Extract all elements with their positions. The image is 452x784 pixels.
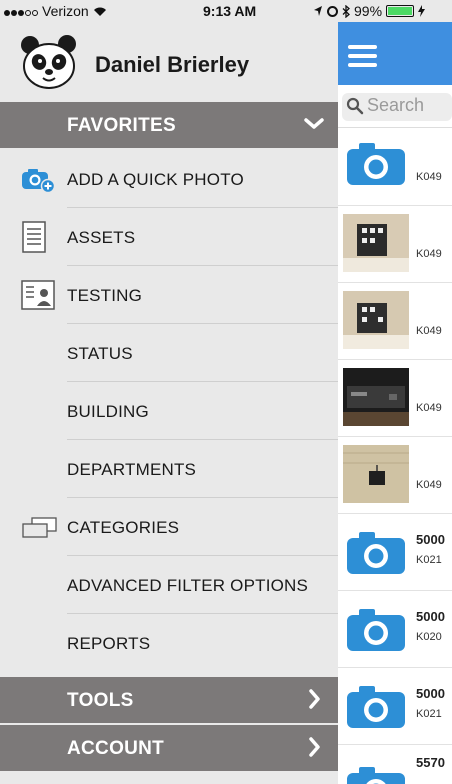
menu-item-label: REPORTS [67,634,151,653]
profile-name: Daniel Brierley [95,52,250,77]
asset-photo [343,368,409,426]
battery-percent: 99% [354,3,383,19]
camera-icon [347,686,405,728]
battery-icon [386,5,415,17]
menu-item-assets[interactable]: ASSETS [0,208,338,266]
wifi-icon [93,7,106,16]
section-tools[interactable]: TOOLS [0,677,338,723]
search-placeholder: Search [367,95,425,115]
list-item[interactable]: 5570 [338,745,452,784]
camera-icon [347,609,405,651]
asset-photo [343,291,409,349]
camera-add-icon [22,169,56,194]
asset-photo [343,445,409,503]
item-code: K049 [416,325,442,337]
item-title: 5000 [416,532,445,547]
menu-item-status[interactable]: STATUS [0,324,338,382]
menu-item-testing[interactable]: TESTING [0,266,338,324]
camera-icon [347,767,405,784]
camera-icon [347,143,405,185]
menu-item-building[interactable]: BUILDING [0,382,338,440]
chevron-right-icon [309,737,320,757]
list-item[interactable]: 5000 K021 [338,668,452,745]
list-item[interactable]: K049 [338,206,452,283]
hamburger-menu-icon[interactable] [348,45,377,67]
item-code: K049 [416,248,442,260]
carrier-label: Verizon [42,3,89,19]
section-favorites[interactable]: FAVORITES [0,102,338,148]
status-bar: Verizon 9:13 AM 99% [0,0,452,22]
menu-item-label: ASSETS [67,228,136,247]
status-left: Verizon [4,3,108,19]
section-account[interactable]: ACCOUNT [0,725,338,771]
section-tools-label: TOOLS [67,690,134,711]
search-bar[interactable]: Search [338,85,452,128]
camera-icon [347,532,405,574]
location-arrow-icon [314,6,322,16]
chevron-right-icon [309,689,320,709]
item-code: K021 [416,708,442,720]
nav-bar [338,22,452,85]
profile-header[interactable]: Daniel Brierley [0,22,338,100]
menu-item-label: ADD A QUICK PHOTO [67,170,244,189]
id-card-icon [21,280,55,310]
side-drawer: Daniel Brierley FAVORITES ADD A QUICK PH… [0,0,338,784]
section-account-label: ACCOUNT [67,738,165,759]
item-code: K049 [416,402,442,414]
asset-photo [343,214,409,272]
item-title: 5570 [416,755,445,770]
charging-icon [418,5,426,17]
categories-icon [22,517,57,538]
menu-item-label: DEPARTMENTS [67,460,197,479]
list-item[interactable]: K049 [338,283,452,360]
item-code: K021 [416,554,442,566]
chevron-down-icon [304,118,324,129]
alarm-icon [327,5,338,17]
search-icon [346,97,364,115]
menu-item-categories[interactable]: CATEGORIES [0,498,338,556]
status-time: 9:13 AM [203,3,257,19]
item-code: K049 [416,479,442,491]
panda-avatar-icon [21,35,76,89]
list-item[interactable]: K049 [338,437,452,514]
item-code: K020 [416,631,442,643]
list-item[interactable]: 5000 K020 [338,591,452,668]
item-title: 5000 [416,686,445,701]
list-item[interactable]: K049 [338,360,452,437]
menu-item-advanced-filter-options[interactable]: ADVANCED FILTER OPTIONS [0,556,338,614]
menu-item-add-quick-photo[interactable]: ADD A QUICK PHOTO [0,150,338,208]
list-item[interactable]: 5000 K021 [338,514,452,591]
document-icon [22,221,46,253]
menu-item-reports[interactable]: REPORTS [0,614,338,672]
signal-strength-icon [4,3,39,19]
bluetooth-icon [342,4,350,18]
menu-item-label: TESTING [67,286,143,305]
main-content: Search K049 K049 K049 K049 K049 5000 K02… [338,0,452,784]
menu-item-label: STATUS [67,344,133,363]
menu-item-label: CATEGORIES [67,518,180,537]
item-code: K049 [416,171,442,183]
status-right: 99% [313,3,426,19]
section-favorites-label: FAVORITES [67,115,176,136]
menu-item-label: ADVANCED FILTER OPTIONS [67,576,309,595]
list-item[interactable]: K049 [338,129,452,206]
item-title: 5000 [416,609,445,624]
menu-item-label: BUILDING [67,402,149,421]
menu-item-departments[interactable]: DEPARTMENTS [0,440,338,498]
